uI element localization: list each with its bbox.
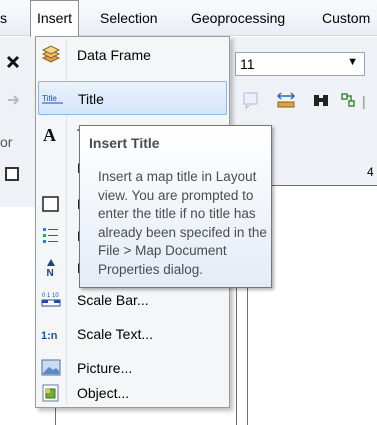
svg-text:1:n: 1:n <box>41 330 58 342</box>
scale-value: 11 <box>240 56 255 72</box>
text-icon: A <box>41 124 61 145</box>
menu-item-label: Scale Bar... <box>77 292 149 308</box>
insert-title-tooltip: Insert Title Insert a map title in Layou… <box>79 125 272 288</box>
menu-item-insert[interactable]: Insert <box>30 0 80 38</box>
menu-item-title[interactable]: Title Title <box>38 81 227 115</box>
ruler-mark: 4 <box>367 165 374 179</box>
svg-text:A: A <box>43 125 56 144</box>
go-to-xy-icon[interactable] <box>338 90 358 110</box>
measure-icon[interactable] <box>276 90 296 110</box>
menu-item-label: Data Frame <box>77 47 151 63</box>
menu-item-label: Object... <box>77 385 130 401</box>
data-frame-icon <box>41 45 61 65</box>
tooltip-body: Insert a map title in Layout view. You a… <box>98 169 267 277</box>
find-binoculars-icon[interactable] <box>311 90 331 110</box>
forward-arrow-icon[interactable] <box>4 90 24 110</box>
svg-text:0 1 10: 0 1 10 <box>42 293 59 299</box>
menu-item-partial[interactable]: s <box>0 0 7 36</box>
neatline-icon <box>41 194 61 214</box>
toolbar-separator: | <box>362 93 366 109</box>
menu-item-selection[interactable]: Selection <box>100 0 158 36</box>
scale-combo[interactable]: 11 ▼ <box>235 52 365 76</box>
menu-item-object[interactable]: Object... <box>38 376 227 410</box>
title-icon: Title <box>42 89 63 109</box>
tooltip-title: Insert Title <box>89 135 160 151</box>
delete-icon[interactable] <box>3 52 23 72</box>
menu-item-customize[interactable]: Custom <box>322 0 370 36</box>
menu-item-data-frame[interactable]: Data Frame <box>38 38 227 72</box>
menu-item-geoprocessing[interactable]: Geoprocessing <box>191 0 285 36</box>
scale-text-icon: 1:n <box>41 324 61 344</box>
svg-text:Title: Title <box>42 94 57 103</box>
menu-item-label: Scale Text... <box>77 326 154 342</box>
picture-icon <box>41 358 61 378</box>
rectangle-tool-icon[interactable] <box>3 165 23 185</box>
menu-item-scale-bar[interactable]: 0 1 10 Scale Bar... <box>38 283 227 317</box>
svg-text:N: N <box>47 268 54 278</box>
partial-toolbar-label: or <box>0 134 13 150</box>
menu-bar: s Insert Selection Geoprocessing Custom <box>0 0 377 38</box>
north-arrow-icon: N <box>41 258 61 279</box>
scale-bar-icon: 0 1 10 <box>41 290 61 310</box>
menu-item-scale-text[interactable]: 1:n Scale Text... <box>38 317 227 351</box>
menu-item-label: Title <box>78 91 104 107</box>
legend-icon <box>41 226 61 246</box>
identify-icon[interactable] <box>241 90 261 110</box>
dynamic-text-icon <box>41 158 61 178</box>
chevron-down-icon[interactable]: ▼ <box>347 56 358 68</box>
object-icon <box>41 383 61 403</box>
